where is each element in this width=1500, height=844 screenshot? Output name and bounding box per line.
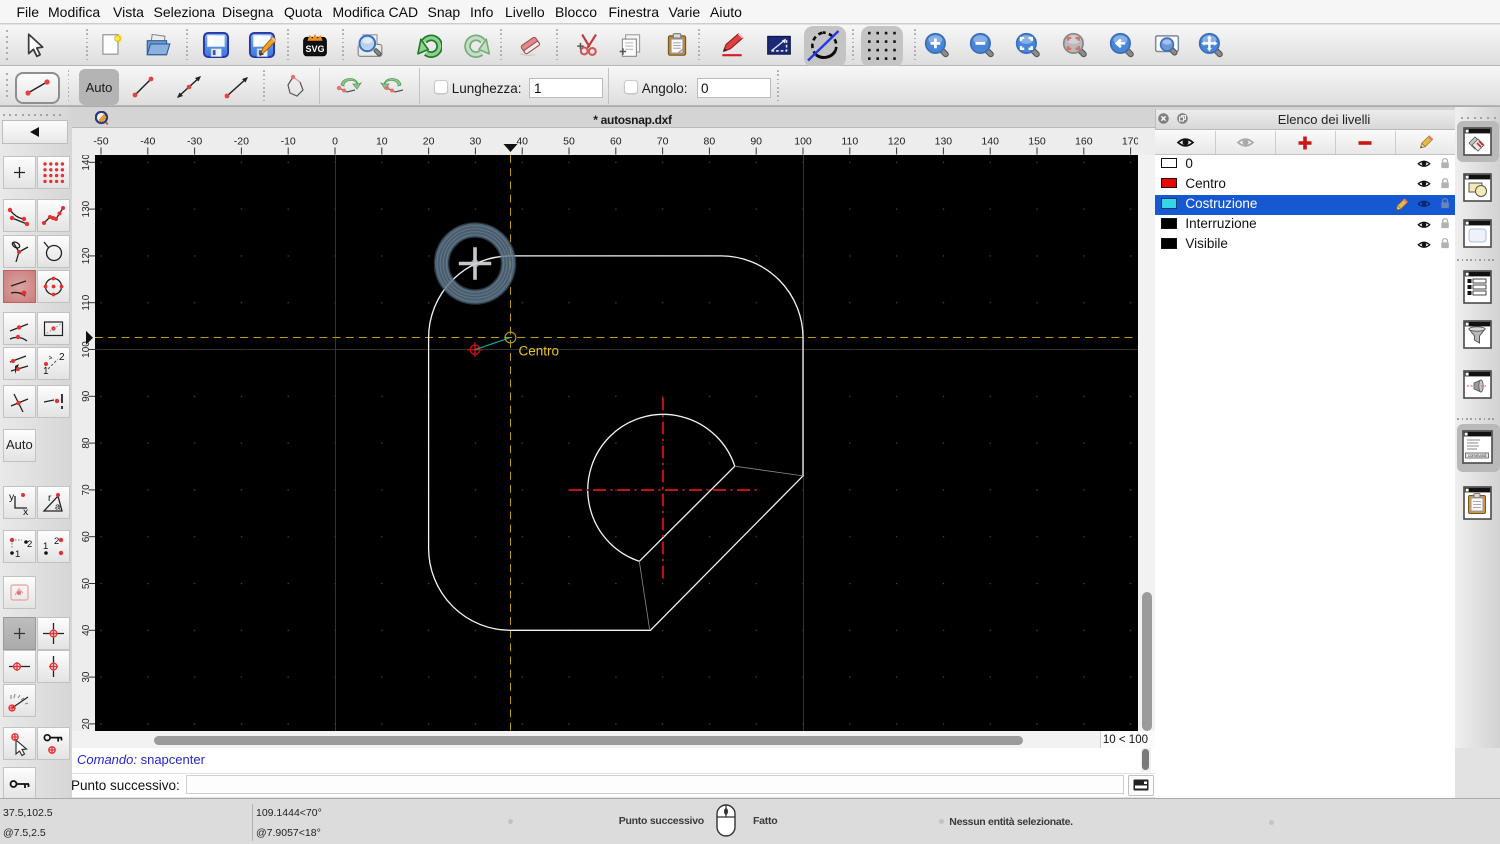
svg-text:2: 2 <box>59 352 65 363</box>
svg-text:130: 130 <box>81 200 92 217</box>
svg-text:70: 70 <box>657 136 669 148</box>
svg-text:-10: -10 <box>281 136 296 148</box>
svg-text:-50: -50 <box>93 136 108 148</box>
svg-text:y: y <box>9 491 15 503</box>
svg-text:x: x <box>23 506 29 516</box>
svg-text:1: 1 <box>43 366 49 377</box>
svg-text:1: 1 <box>43 541 48 552</box>
svg-text:a: a <box>55 501 61 512</box>
svg-text:90: 90 <box>750 136 762 148</box>
svg-text:150: 150 <box>1028 136 1046 148</box>
svg-text:40: 40 <box>81 624 92 636</box>
svg-text:130: 130 <box>935 136 953 148</box>
svg-text:30: 30 <box>470 136 482 148</box>
svg-text:-40: -40 <box>140 136 155 148</box>
svg-text:120: 120 <box>888 136 906 148</box>
svg-text:140: 140 <box>981 136 999 148</box>
svg-text:40: 40 <box>516 136 528 148</box>
svg-text:20: 20 <box>423 136 435 148</box>
svg-text:100: 100 <box>794 136 812 148</box>
svg-text:110: 110 <box>841 136 858 148</box>
svg-text:-20: -20 <box>234 136 249 148</box>
svg-text:1: 1 <box>15 549 20 560</box>
svg-text:command: command <box>1468 453 1487 458</box>
svg-text:-30: -30 <box>187 136 202 148</box>
svg-text:80: 80 <box>81 437 92 449</box>
svg-text:70: 70 <box>81 484 92 496</box>
svg-text:60: 60 <box>610 136 622 148</box>
svg-text:140: 140 <box>81 155 92 171</box>
svg-text:170: 170 <box>1122 136 1140 148</box>
svg-text:90: 90 <box>81 390 92 402</box>
svg-text:120: 120 <box>81 247 92 264</box>
svg-text:80: 80 <box>704 136 716 148</box>
svg-text:50: 50 <box>81 578 92 590</box>
svg-text:160: 160 <box>1075 136 1093 148</box>
svg-text:60: 60 <box>81 531 92 543</box>
svg-text:Centro: Centro <box>519 344 560 359</box>
svg-text:SVG: SVG <box>305 44 324 54</box>
svg-text:0: 0 <box>332 136 338 148</box>
svg-text:110: 110 <box>81 294 92 310</box>
svg-text:10: 10 <box>376 136 388 148</box>
svg-text:50: 50 <box>563 136 575 148</box>
svg-text:2: 2 <box>54 536 59 547</box>
svg-text:30: 30 <box>81 671 92 683</box>
svg-text:2: 2 <box>27 539 32 550</box>
svg-text:20: 20 <box>81 718 92 730</box>
